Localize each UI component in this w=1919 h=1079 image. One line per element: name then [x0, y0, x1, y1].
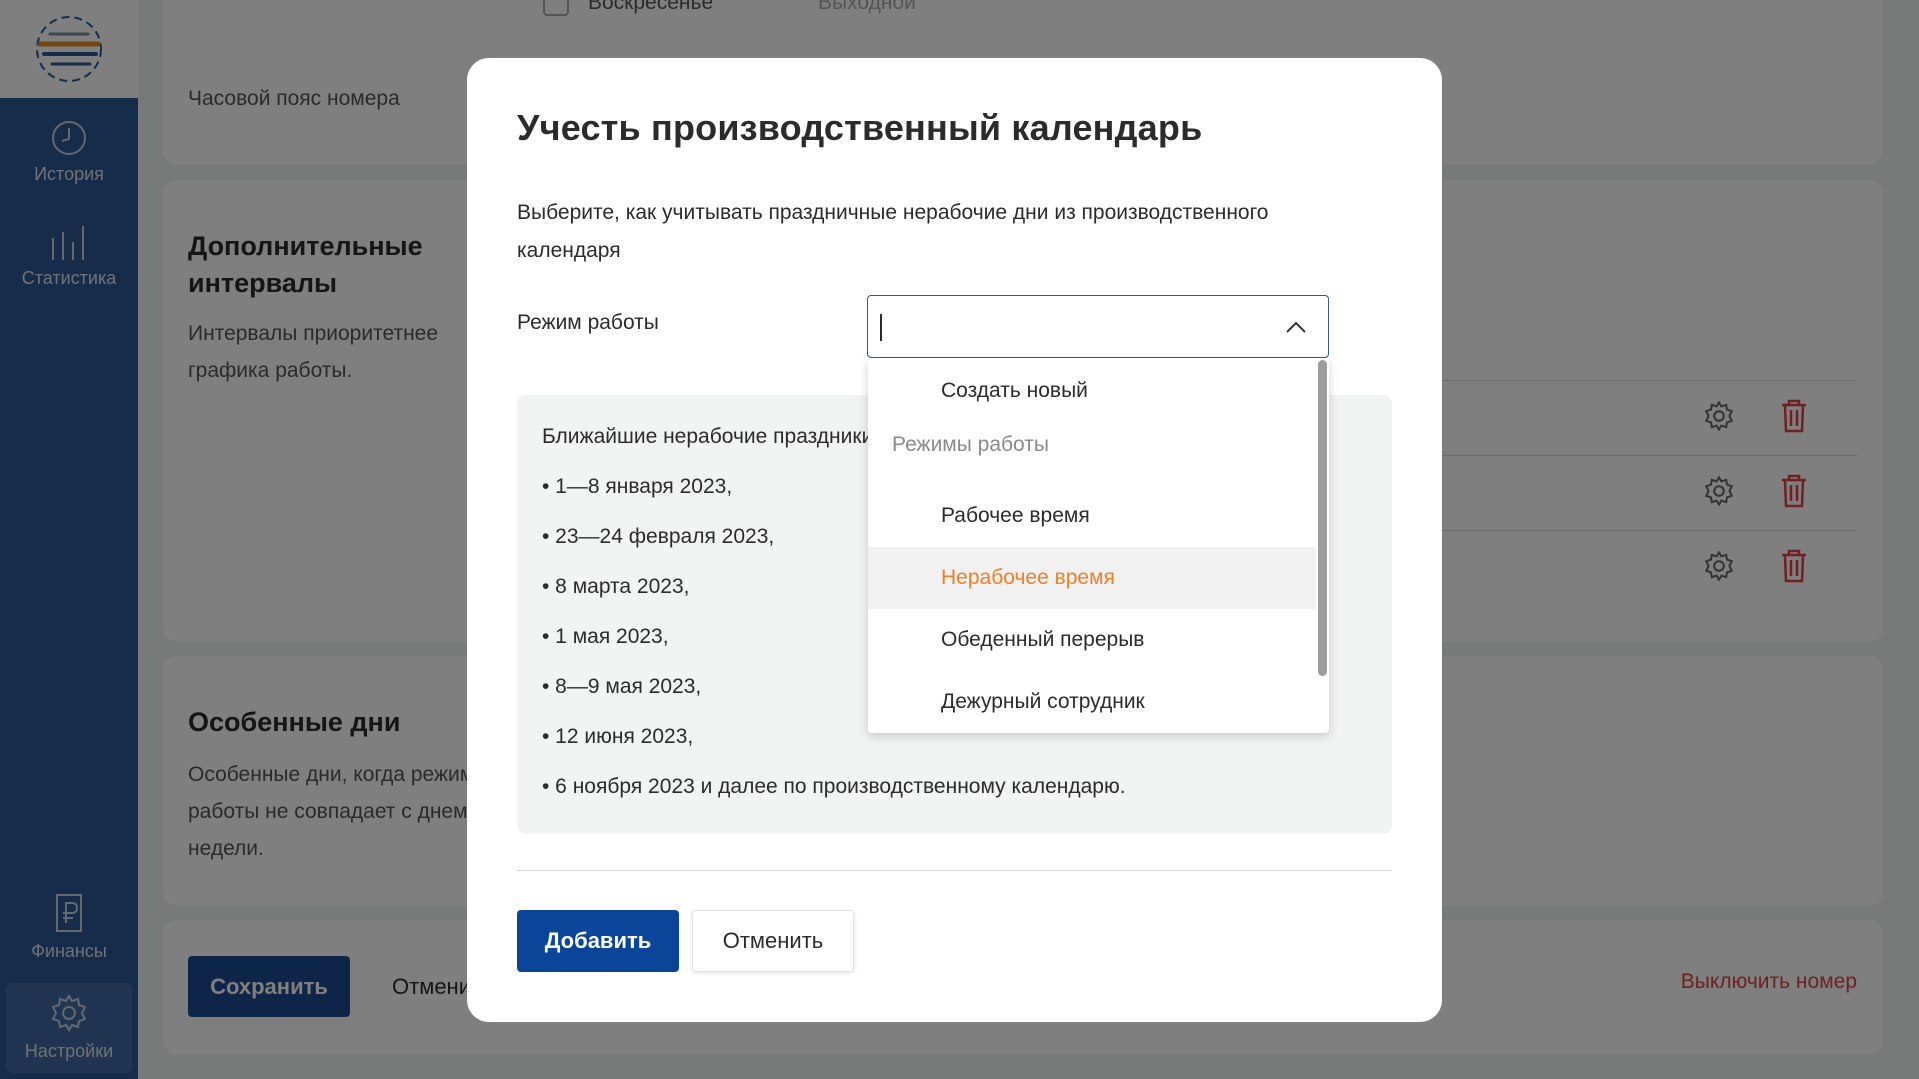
work-mode-dropdown: Создать новый Режимы работы Рабочее врем… — [868, 358, 1329, 733]
holiday-item: • 23—24 февраля 2023, — [542, 525, 775, 548]
dropdown-option-hovered[interactable]: Нерабочее время — [868, 547, 1316, 609]
dropdown-option[interactable]: Рабочее время — [868, 485, 1316, 547]
holiday-item: • 12 июня 2023, — [542, 725, 694, 748]
holiday-item: • 1—8 января 2023, — [542, 475, 733, 498]
dropdown-scrollbar[interactable] — [1318, 360, 1327, 676]
holiday-item: • 6 ноября 2023 и далее по производствен… — [542, 775, 1126, 798]
holiday-item: • 8—9 мая 2023, — [542, 675, 702, 698]
modal-title: Учесть производственный календарь — [517, 107, 1203, 148]
dropdown-option[interactable]: Дежурный сотрудник — [868, 671, 1316, 733]
add-button[interactable]: Добавить — [517, 910, 679, 972]
work-mode-label: Режим работы — [517, 311, 659, 334]
text-caret — [880, 314, 882, 341]
dropdown-option[interactable]: Обеденный перерыв — [868, 609, 1316, 671]
holiday-item: • 8 марта 2023, — [542, 575, 690, 598]
dropdown-group-label: Режимы работы — [892, 433, 1049, 456]
dropdown-create-new[interactable]: Создать новый — [868, 360, 1316, 422]
modal-cancel-button[interactable]: Отменить — [692, 910, 854, 972]
work-mode-select[interactable] — [867, 295, 1329, 358]
holidays-heading: Ближайшие нерабочие праздники: — [542, 425, 880, 448]
modal-divider — [517, 870, 1392, 871]
modal-description: Выберите, как учитывать праздничные нера… — [517, 201, 1269, 262]
holiday-item: • 1 мая 2023, — [542, 625, 669, 648]
chevron-up-icon[interactable] — [1284, 316, 1308, 340]
